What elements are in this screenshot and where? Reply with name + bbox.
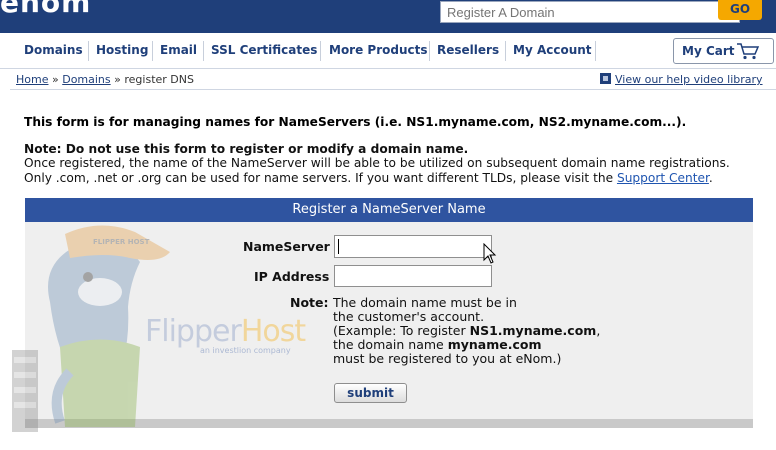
mascot-cap-text: FLIPPER HOST [93,238,150,246]
nav-resellers[interactable]: Resellers [437,43,499,57]
help-video-label: View our help video library [615,73,763,86]
form-note-text: (Example: To register [333,323,470,338]
mouse-pointer-icon [483,243,497,264]
note-line-2-text: Only .com, .net or .org can be used for … [24,171,617,185]
ip-address-input[interactable] [334,265,492,287]
watermark-brand-b: Host [240,314,306,349]
nav-divider [429,41,430,61]
nav-divider [320,41,321,61]
site-header: enom GO [0,0,776,33]
watermark-tagline: an investlion company [200,346,291,355]
breadcrumb-separator: » [110,73,125,86]
shopping-cart-icon [737,43,760,60]
note-line-2-end: . [708,171,713,185]
form-note-text: , [596,323,601,338]
breadcrumb-separator: » [48,73,63,86]
breadcrumb: Home » Domains » register DNS [16,73,194,86]
nav-hosting[interactable]: Hosting [96,43,148,57]
flipperhost-watermark-logo: FlipperHost [145,314,306,349]
note-heading: Note: Do not use this form to register o… [24,142,469,156]
text-caret [338,239,339,254]
form-note-line: The domain name must be in [333,295,517,310]
form-note-line: the domain name myname.com [333,337,541,352]
my-cart-button[interactable]: My Cart [673,38,774,64]
submit-button[interactable]: submit [334,383,407,403]
form-note-label: Note: [290,295,329,310]
watermark-brand-a: Flipper [145,314,242,349]
logo-text: enom [0,0,92,19]
nav-email[interactable]: Email [160,43,197,57]
nav-more-products[interactable]: More Products [329,43,428,57]
ip-address-label: IP Address [254,269,330,284]
note-line-1: Once registered, the name of the NameSer… [24,156,730,170]
nav-divider [203,41,204,61]
form-note-line: (Example: To register NS1.myname.com, [333,323,600,338]
breadcrumb-home[interactable]: Home [16,73,48,86]
form-note-text: the domain name [333,337,448,352]
note-line-2: Only .com, .net or .org can be used for … [24,171,713,185]
panel-title: Register a NameServer Name [25,198,753,222]
nameserver-input[interactable] [334,235,492,258]
help-video-link[interactable]: View our help video library [600,73,763,86]
nav-divider [595,41,596,61]
film-icon [600,73,611,84]
enom-logo[interactable]: enom [0,0,91,19]
breadcrumb-domains[interactable]: Domains [62,73,110,86]
nav-ssl-certificates[interactable]: SSL Certificates [211,43,317,57]
nav-divider [152,41,153,61]
nav-divider [88,41,89,61]
go-button[interactable]: GO [718,0,762,20]
divider [10,89,776,90]
nameserver-label: NameServer [243,239,330,254]
form-note-line: the customer's account. [333,309,485,324]
support-center-link[interactable]: Support Center [617,171,709,185]
cart-label: My Cart [682,44,735,58]
nav-my-account[interactable]: My Account [513,43,592,57]
form-note-example: NS1.myname.com [469,323,597,338]
form-intro: This form is for managing names for Name… [24,115,687,129]
form-note-example: myname.com [447,337,542,352]
domain-search-input[interactable] [440,1,740,23]
main-nav: Domains Hosting Email SSL Certificates M… [0,33,776,69]
nav-domains[interactable]: Domains [24,43,83,57]
form-note-line: must be registered to you at eNom.) [333,351,562,366]
nav-divider [505,41,506,61]
breadcrumb-current: register DNS [124,73,194,86]
